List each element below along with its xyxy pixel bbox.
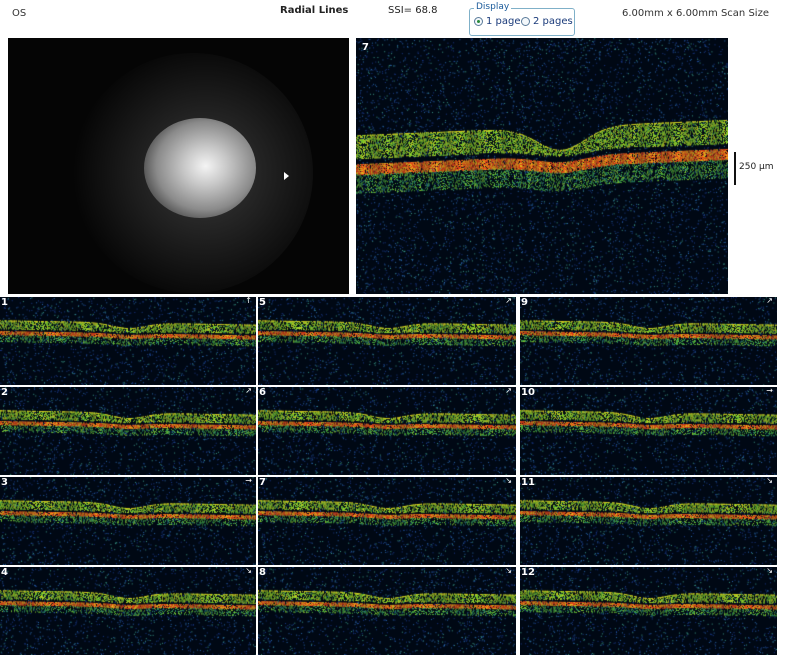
bscan-thumbnail-canvas (0, 297, 256, 385)
radio-2-pages-dot[interactable] (521, 17, 530, 26)
bscan-thumbnail[interactable]: 3 → (0, 476, 256, 565)
bscan-thumbnail-label: 12 (521, 567, 535, 578)
scan-direction-arrow-icon: → (245, 476, 252, 485)
bscan-thumbnail-canvas (520, 387, 777, 475)
radio-1-page[interactable]: 1 page (474, 16, 521, 27)
scan-direction-arrow-icon: ↘ (766, 476, 773, 485)
bscan-thumbnail-canvas (520, 297, 777, 385)
radio-2-pages-label: 2 pages (533, 16, 573, 27)
bscan-thumbnail[interactable]: 2 ↗ (0, 386, 256, 475)
fundus-image (8, 38, 349, 294)
bscan-thumbnail-canvas (0, 387, 256, 475)
scan-type-label: Radial Lines (280, 5, 349, 16)
scan-direction-arrow-icon: ↗ (505, 386, 512, 395)
bscan-thumbnail-canvas (0, 477, 256, 565)
scale-bar (734, 152, 736, 185)
bscan-thumbnail-label: 9 (521, 297, 528, 308)
bscan-thumbnail-label: 4 (1, 567, 8, 578)
bscan-thumbnail-canvas (258, 297, 516, 385)
bscan-thumbnail[interactable]: 6 ↗ (258, 386, 516, 475)
bscan-thumbnail-canvas (258, 477, 516, 565)
main-bscan-canvas (356, 38, 728, 294)
scan-direction-arrow-icon: ↘ (505, 566, 512, 575)
scan-direction-arrow-icon: ↘ (245, 566, 252, 575)
eye-label: OS (12, 8, 27, 19)
bscan-thumbnail-label: 1 (1, 297, 8, 308)
bscan-thumbnail-label: 6 (259, 387, 266, 398)
scan-size-label: 6.00mm x 6.00mm Scan Size (622, 8, 769, 19)
scan-direction-arrow-icon: ↘ (766, 566, 773, 575)
bscan-thumbnail[interactable]: 4 ↘ (0, 566, 256, 655)
bscan-thumbnail[interactable]: 9 ↗ (520, 296, 777, 385)
scan-direction-arrow-icon: ↘ (505, 476, 512, 485)
scale-bar-label: 250 μm (739, 162, 774, 172)
scan-direction-arrow-icon: ↑ (245, 296, 252, 305)
bscan-thumbnail[interactable]: 7 ↘ (258, 476, 516, 565)
display-legend: Display (474, 2, 512, 12)
radio-1-page-label: 1 page (486, 16, 521, 27)
bscan-thumbnail[interactable]: 11 ↘ (520, 476, 777, 565)
main-bscan-label: 7 (362, 42, 369, 53)
radio-1-page-dot[interactable] (474, 17, 483, 26)
bscan-thumbnail-canvas (0, 567, 256, 655)
scan-direction-arrow-icon: ↗ (245, 386, 252, 395)
bscan-thumbnail-canvas (258, 567, 516, 655)
bscan-thumbnail-canvas (258, 387, 516, 475)
bscan-thumbnail-label: 2 (1, 387, 8, 398)
bscan-thumbnail-label: 7 (259, 477, 266, 488)
bscan-thumbnail[interactable]: 12 ↘ (520, 566, 777, 655)
bscan-thumbnail-label: 5 (259, 297, 266, 308)
ssi-label: SSI= 68.8 (388, 5, 438, 16)
bscan-thumbnail-label: 8 (259, 567, 266, 578)
bscan-thumbnail[interactable]: 5 ↗ (258, 296, 516, 385)
bscan-thumbnail-label: 11 (521, 477, 535, 488)
bscan-thumbnail[interactable]: 1 ↑ (0, 296, 256, 385)
bscan-thumbnail-canvas (520, 567, 777, 655)
bscan-thumbnail-label: 10 (521, 387, 535, 398)
radio-2-pages[interactable]: 2 pages (521, 16, 573, 27)
scan-direction-arrow-icon: ↗ (766, 296, 773, 305)
scan-direction-arrow-icon: ↗ (505, 296, 512, 305)
scan-direction-arrow-icon: → (766, 386, 773, 395)
bscan-thumbnail-label: 3 (1, 477, 8, 488)
bscan-thumbnail[interactable]: 10 → (520, 386, 777, 475)
report-header: OS Radial Lines SSI= 68.8 Display 1 page… (0, 0, 799, 38)
bscan-thumbnail[interactable]: 8 ↘ (258, 566, 516, 655)
bscan-thumbnail-canvas (520, 477, 777, 565)
